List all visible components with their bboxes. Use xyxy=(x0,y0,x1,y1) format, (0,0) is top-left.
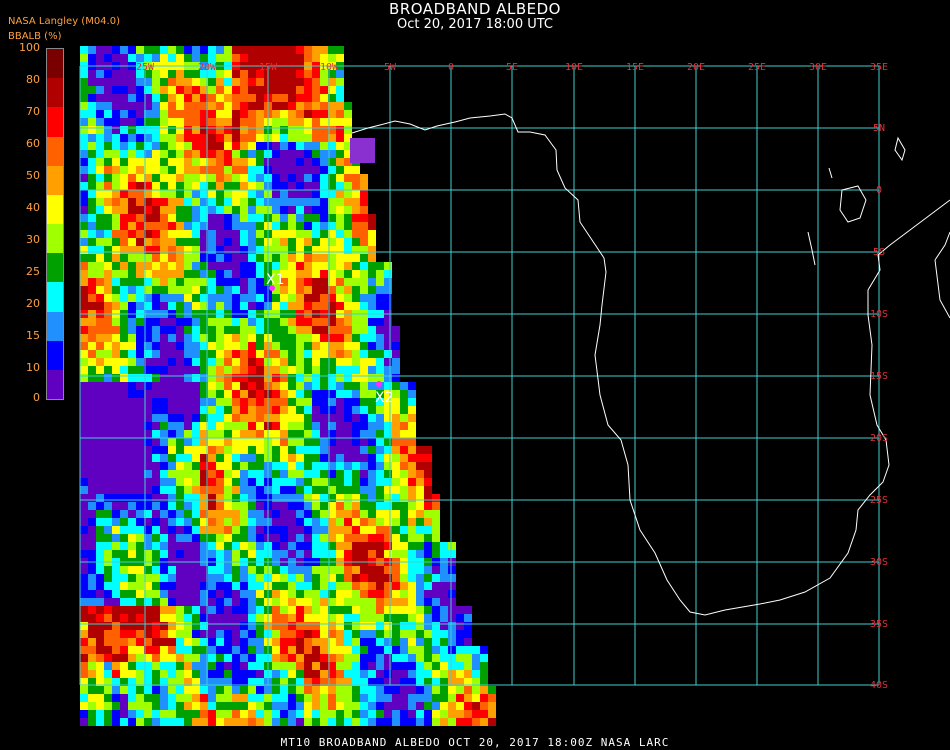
longitude-label: 35E xyxy=(870,62,888,73)
longitude-label: 5E xyxy=(506,62,518,73)
latitude-label: 5N xyxy=(873,123,885,134)
site-marker-label: X1 xyxy=(266,272,285,288)
latitude-label: 15S xyxy=(870,371,888,382)
latitude-label: 0 xyxy=(876,185,882,196)
site-marker-dot xyxy=(376,381,382,387)
longitude-label: 30E xyxy=(809,62,827,73)
albedo-map: 25W 20W 15W 10W 5W 0 5E 10E 15E 20E 25E 30E 35E 5N 0 5S… xyxy=(79,46,950,726)
longitude-label: 10E xyxy=(565,62,583,73)
longitude-label: 15W xyxy=(259,62,278,73)
latitude-label: 30S xyxy=(870,557,888,568)
latitude-label: 10S xyxy=(870,309,888,320)
latitude-label: 40S xyxy=(870,680,888,691)
longitude-label: 20E xyxy=(687,62,705,73)
site-marker-label: X2 xyxy=(375,390,394,406)
lake-coastline xyxy=(807,136,906,266)
longitude-label: 20W xyxy=(198,62,217,73)
latitude-label: 35S xyxy=(870,619,888,630)
longitude-label: 10W xyxy=(320,62,339,73)
longitude-label: 5W xyxy=(384,62,397,73)
latitude-label: 25S xyxy=(870,495,888,506)
longitude-label: 0 xyxy=(448,62,454,73)
footer-caption: MT10 BROADBAND ALBEDO OCT 20, 2017 18:00… xyxy=(280,736,670,749)
longitude-label: 25E xyxy=(748,62,766,73)
madagascar-coastline xyxy=(934,231,950,319)
longitude-label: 25W xyxy=(136,62,155,73)
latitude-label: 5S xyxy=(873,247,885,258)
latitude-label: 20S xyxy=(870,433,888,444)
longitude-label: 15E xyxy=(626,62,644,73)
